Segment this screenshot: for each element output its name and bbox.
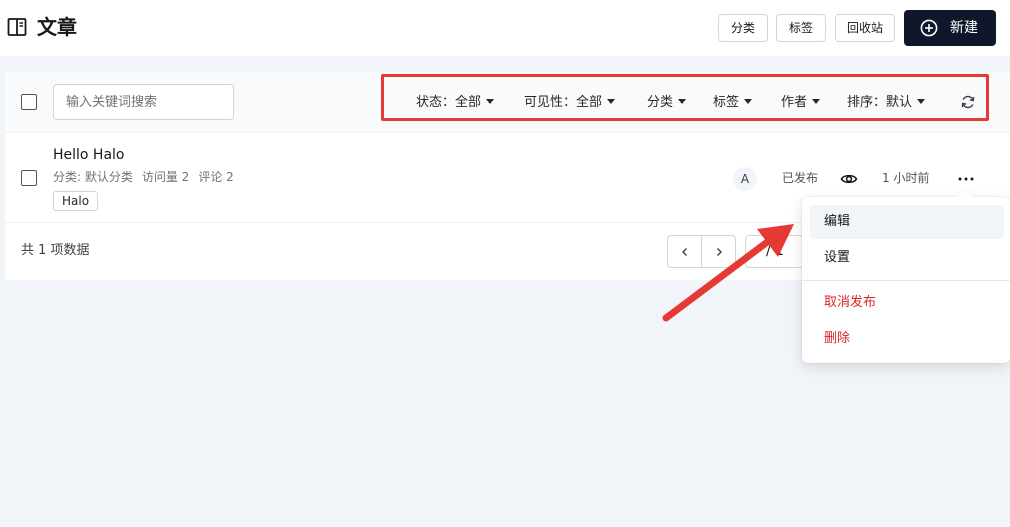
post-tag[interactable]: Halo (53, 191, 99, 211)
caret-down-icon (678, 99, 687, 104)
caret-down-icon (486, 99, 495, 104)
menu-divider (802, 280, 1010, 281)
caret-down-icon (917, 99, 926, 104)
caret-down-icon (812, 99, 821, 104)
more-horizontal-icon[interactable] (955, 169, 977, 189)
recycle-bin-button[interactable]: 回收站 (835, 14, 895, 42)
chevron-left-icon (682, 248, 687, 256)
tag-filter[interactable]: 标签 (713, 94, 753, 112)
menu-item-delete[interactable]: 删除 (810, 322, 1004, 356)
category-button[interactable]: 分类 (718, 14, 768, 42)
author-avatar[interactable]: A (733, 167, 757, 191)
post-meta: 分类: 默认分类 访问量 2 评论 2 (53, 169, 243, 185)
chevron-right-icon (717, 248, 722, 256)
tag-button[interactable]: 标签 (776, 14, 826, 42)
total-count: 共 1 项数据 (21, 243, 90, 258)
author-filter[interactable]: 作者 (781, 94, 821, 112)
caret-down-icon (744, 99, 753, 104)
book-icon (7, 18, 27, 36)
post-checkbox[interactable] (21, 170, 37, 186)
page-number-input[interactable]: / 1 (745, 235, 805, 268)
menu-item-edit[interactable]: 编辑 (810, 205, 1004, 239)
new-post-button[interactable]: 新建 (904, 10, 996, 46)
menu-item-unpublish[interactable]: 取消发布 (810, 286, 1004, 320)
eye-icon[interactable] (840, 170, 858, 188)
plus-circle-icon (920, 19, 938, 37)
prev-page-button[interactable] (667, 235, 702, 268)
next-page-button[interactable] (701, 235, 736, 268)
post-views: 访问量 2 (141, 170, 190, 184)
status-filter[interactable]: 状态：全部 (416, 94, 495, 112)
select-all-checkbox[interactable] (21, 94, 37, 110)
search-input[interactable] (53, 84, 234, 120)
category-filter[interactable]: 分类 (647, 94, 687, 112)
post-actions-menu: 编辑 设置 取消发布 删除 (802, 188, 1010, 363)
status-badge: 已发布 (782, 171, 819, 185)
post-title[interactable]: Hello Halo (53, 146, 125, 164)
caret-down-icon (607, 99, 616, 104)
page-header: 文章 分类 标签 回收站 新建 (0, 0, 1010, 56)
refresh-icon[interactable] (960, 94, 976, 110)
sort-filter[interactable]: 排序：默认 (847, 94, 926, 112)
post-comments: 评论 2 (198, 170, 234, 184)
menu-item-settings[interactable]: 设置 (810, 241, 1004, 275)
list-toolbar: 状态：全部 可见性：全部 分类 标签 作者 排序：默认 (5, 72, 1010, 133)
visibility-filter[interactable]: 可见性：全部 (524, 94, 616, 112)
page-title: 文章 (37, 15, 77, 39)
post-category: 分类: 默认分类 (53, 170, 133, 184)
new-post-label: 新建 (950, 20, 978, 36)
post-time: 1 小时前 (882, 171, 930, 185)
